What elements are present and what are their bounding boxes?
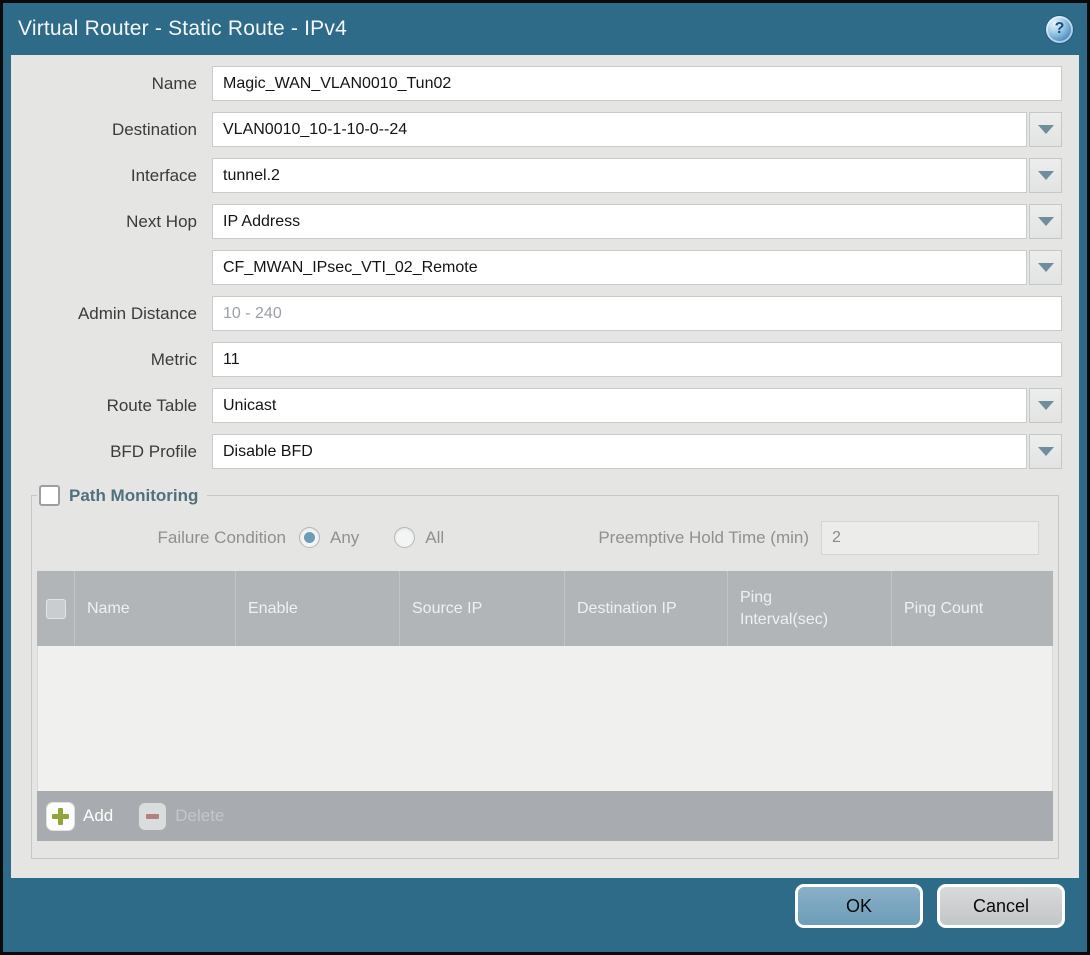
path-monitoring-section: Path Monitoring Failure Condition Any Al…	[31, 485, 1059, 859]
dialog-window: Virtual Router - Static Route - IPv4 ? N…	[0, 0, 1090, 955]
chevron-down-icon	[1038, 217, 1054, 226]
next-hop-row: Next Hop	[11, 204, 1062, 239]
failure-condition-label: Failure Condition	[37, 528, 299, 548]
next-hop-dropdown-button[interactable]	[1029, 204, 1062, 239]
destination-label: Destination	[11, 120, 212, 140]
dialog-footer: OK Cancel	[3, 878, 1087, 952]
preemptive-hold-time-input[interactable]	[821, 521, 1039, 555]
next-hop-address-row	[11, 250, 1062, 285]
column-header-source-ip[interactable]: Source IP	[399, 571, 564, 646]
name-input[interactable]	[212, 66, 1062, 101]
admin-distance-label: Admin Distance	[11, 304, 212, 324]
column-header-enable[interactable]: Enable	[235, 571, 399, 646]
ok-button[interactable]: OK	[795, 884, 923, 928]
failure-condition-all-label: All	[425, 528, 444, 548]
bfd-profile-dropdown-button[interactable]	[1029, 434, 1062, 469]
failure-condition-any-radio[interactable]	[299, 527, 320, 548]
column-header-name[interactable]: Name	[74, 571, 235, 646]
admin-distance-row: Admin Distance	[11, 296, 1062, 331]
dialog-frame: Virtual Router - Static Route - IPv4 ? N…	[3, 3, 1087, 952]
destination-dropdown-button[interactable]	[1029, 112, 1062, 147]
next-hop-address-input[interactable]	[212, 250, 1027, 285]
interface-row: Interface	[11, 158, 1062, 193]
question-mark-icon: ?	[1055, 21, 1065, 37]
table-toolbar: Add Delete	[37, 791, 1053, 841]
next-hop-label: Next Hop	[11, 212, 212, 232]
path-monitoring-legend: Path Monitoring	[37, 485, 207, 506]
column-header-ping-interval[interactable]: Ping Interval(sec)	[727, 571, 891, 646]
column-header-ping-count[interactable]: Ping Count	[891, 571, 1053, 646]
failure-condition-row: Failure Condition Any All Preemptive Hol…	[37, 520, 1039, 555]
add-button[interactable]: Add	[47, 803, 113, 830]
column-header-destination-ip[interactable]: Destination IP	[564, 571, 727, 646]
interface-dropdown-button[interactable]	[1029, 158, 1062, 193]
help-button[interactable]: ?	[1046, 16, 1073, 43]
route-table-label: Route Table	[11, 396, 212, 416]
bfd-profile-input[interactable]	[212, 434, 1027, 469]
metric-label: Metric	[11, 350, 212, 370]
name-label: Name	[11, 74, 212, 94]
select-all-checkbox[interactable]	[46, 599, 66, 619]
route-table-row: Route Table	[11, 388, 1062, 423]
preemptive-hold-time-label: Preemptive Hold Time (min)	[598, 528, 821, 548]
failure-condition-any-label: Any	[330, 528, 359, 548]
next-hop-type-input[interactable]	[212, 204, 1027, 239]
admin-distance-input[interactable]	[212, 296, 1062, 331]
route-table-dropdown-button[interactable]	[1029, 388, 1062, 423]
table-body-empty	[37, 646, 1053, 791]
failure-condition-all-radio[interactable]	[394, 527, 415, 548]
dialog-body: Name Destination Interface	[11, 55, 1079, 878]
chevron-down-icon	[1038, 447, 1054, 456]
chevron-down-icon	[1038, 125, 1054, 134]
page-title: Virtual Router - Static Route - IPv4	[18, 17, 347, 41]
destination-row: Destination	[11, 112, 1062, 147]
bfd-profile-row: BFD Profile	[11, 434, 1062, 469]
table-header-row: Name Enable Source IP Destination IP Pin…	[37, 571, 1053, 646]
cancel-button[interactable]: Cancel	[937, 884, 1065, 928]
chevron-down-icon	[1038, 171, 1054, 180]
metric-input[interactable]	[212, 342, 1062, 377]
chevron-down-icon	[1038, 263, 1054, 272]
minus-icon	[139, 803, 166, 830]
next-hop-address-dropdown-button[interactable]	[1029, 250, 1062, 285]
chevron-down-icon	[1038, 401, 1054, 410]
titlebar: Virtual Router - Static Route - IPv4 ?	[3, 3, 1087, 55]
path-monitoring-checkbox[interactable]	[39, 485, 60, 506]
route-table-input[interactable]	[212, 388, 1027, 423]
delete-button[interactable]: Delete	[139, 803, 224, 830]
bfd-profile-label: BFD Profile	[11, 442, 212, 462]
path-monitoring-label: Path Monitoring	[69, 486, 198, 506]
interface-input[interactable]	[212, 158, 1027, 193]
metric-row: Metric	[11, 342, 1062, 377]
path-monitoring-table: Name Enable Source IP Destination IP Pin…	[37, 571, 1053, 841]
destination-input[interactable]	[212, 112, 1027, 147]
name-row: Name	[11, 66, 1062, 101]
plus-icon	[47, 803, 74, 830]
interface-label: Interface	[11, 166, 212, 186]
